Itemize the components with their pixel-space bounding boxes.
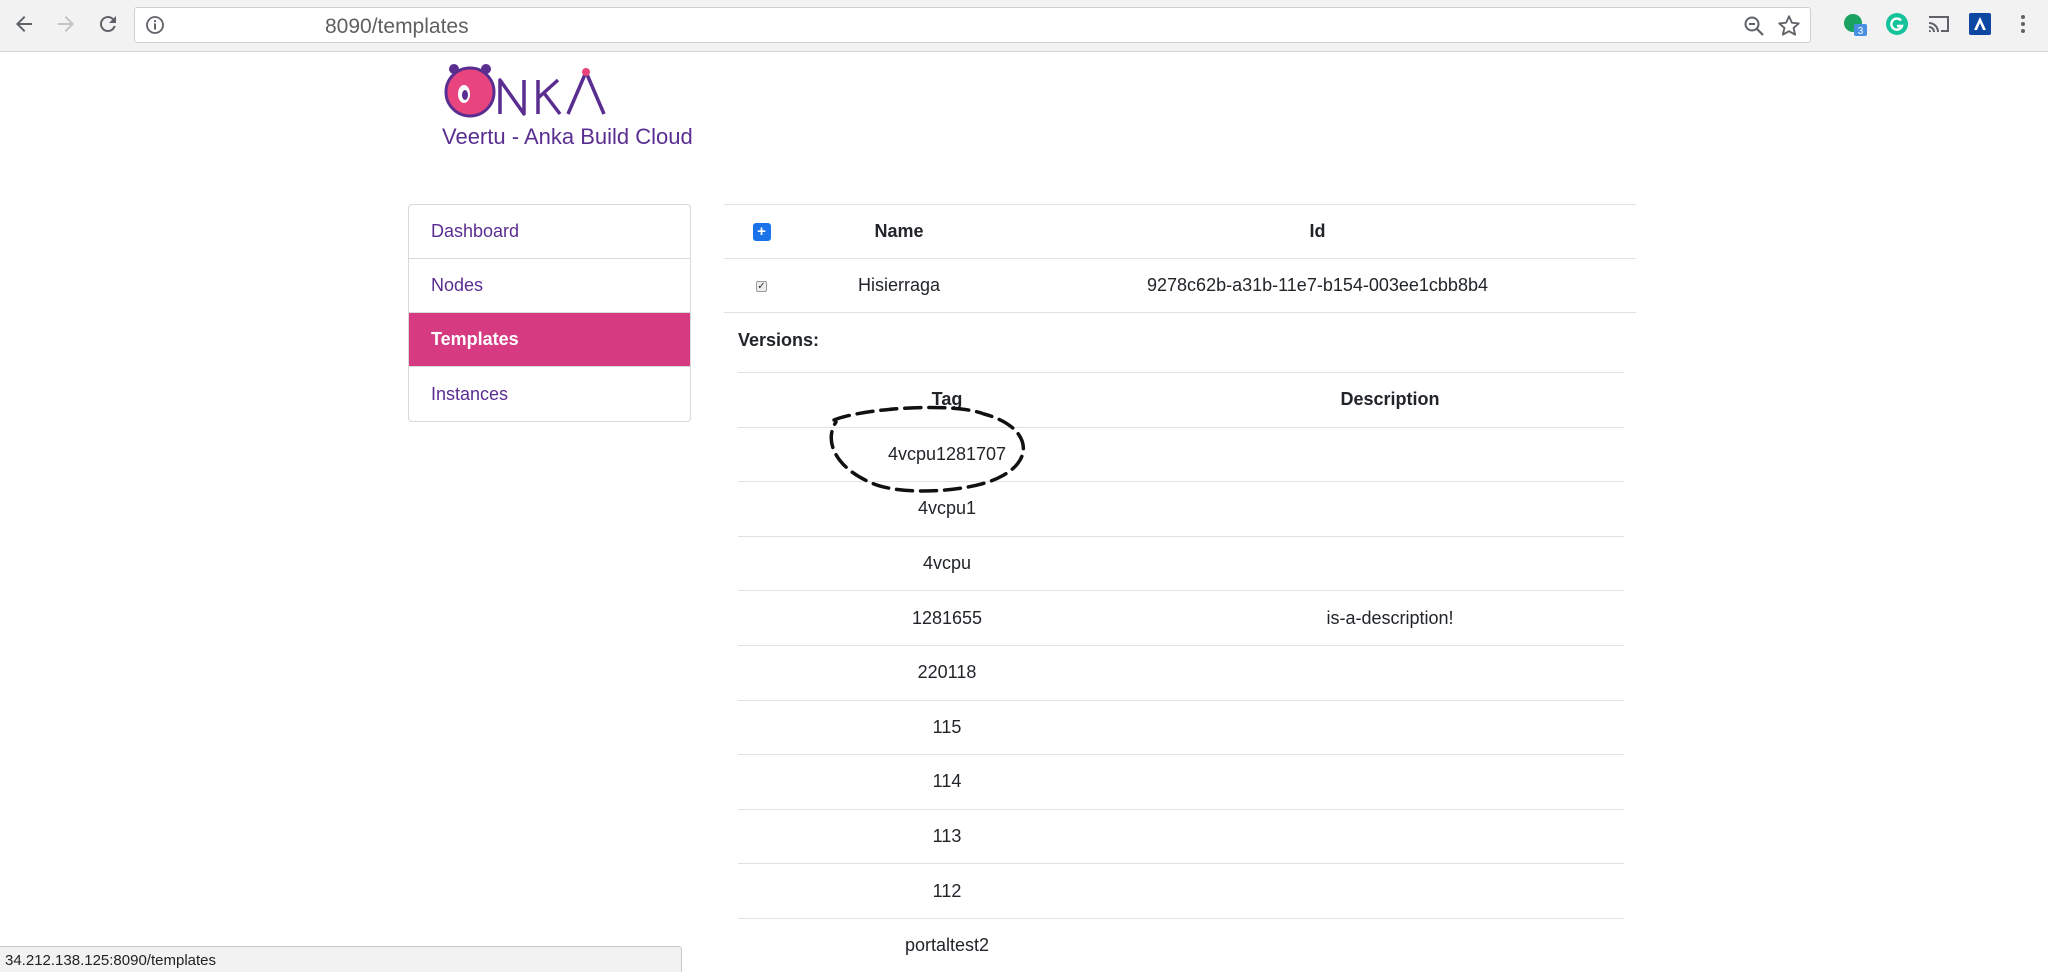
table-row[interactable]: portaltest2: [738, 917, 1624, 972]
table-row[interactable]: 1281655 is-a-description!: [738, 590, 1624, 646]
extension-green-icon[interactable]: 3: [1842, 11, 1868, 37]
address-bar[interactable]: 8090/templates: [134, 7, 1811, 43]
version-description: [1156, 699, 1624, 755]
zoom-icon[interactable]: [1742, 14, 1766, 38]
forward-arrow-icon: [58, 16, 74, 32]
kebab-menu-icon[interactable]: [2010, 11, 2036, 37]
sidebar-item-dashboard[interactable]: Dashboard: [409, 205, 690, 259]
site-title: Veertu - Anka Build Cloud: [442, 124, 693, 149]
versions-label: Versions:: [738, 330, 820, 350]
header-description: Description: [1156, 372, 1624, 428]
anka-logo: [444, 64, 606, 118]
url-text[interactable]: 8090/templates: [325, 15, 469, 39]
version-tag: 220118: [738, 644, 1156, 701]
version-description: [1156, 426, 1624, 482]
table-row[interactable]: 114: [738, 754, 1624, 810]
sidebar-item-nodes[interactable]: Nodes: [409, 259, 690, 313]
table-row[interactable]: 220118: [738, 644, 1624, 701]
version-tag: 112: [738, 863, 1156, 919]
versions-table: Tag Description 4vcpu1281707 4vcpu1 4vcp…: [738, 372, 1624, 972]
version-tag: 115: [738, 699, 1156, 755]
info-icon[interactable]: [145, 15, 165, 35]
version-tag: 4vcpu1: [738, 481, 1156, 537]
version-description: [1156, 863, 1624, 919]
back-button[interactable]: [10, 10, 38, 38]
browser-toolbar: 8090/templates 3: [0, 0, 2048, 52]
version-tag: 113: [738, 808, 1156, 864]
table-row[interactable]: ✓ Hisierraga 9278c62b-a31b-11e7-b154-003…: [724, 258, 1636, 313]
status-bar-url: 34.212.138.125:8090/templates: [0, 946, 682, 972]
version-tag: 4vcpu1281707: [738, 426, 1156, 482]
header-id: Id: [999, 204, 1636, 259]
template-id: 9278c62b-a31b-11e7-b154-003ee1cbb8b4: [999, 258, 1636, 313]
version-description: [1156, 754, 1624, 810]
extension-badge: 3: [1858, 26, 1864, 37]
sidebar-item-instances[interactable]: Instances: [409, 367, 690, 421]
header-name: Name: [799, 204, 999, 259]
cast-icon[interactable]: [1926, 11, 1952, 37]
table-row[interactable]: 115: [738, 699, 1624, 755]
table-row[interactable]: 4vcpu: [738, 535, 1624, 591]
table-row[interactable]: 112: [738, 863, 1624, 919]
header-tag: Tag: [738, 372, 1156, 428]
template-name: Hisierraga: [799, 258, 999, 313]
version-description: is-a-description!: [1156, 590, 1624, 646]
bookmark-star-icon[interactable]: [1776, 13, 1802, 39]
back-arrow-icon: [16, 16, 32, 32]
templates-table: + Name Id ✓ Hisierraga 9278c62b-a31b-11e…: [724, 204, 1636, 313]
version-description: [1156, 481, 1624, 537]
version-description: [1156, 535, 1624, 591]
row-checkbox[interactable]: ✓: [756, 280, 767, 292]
sidebar-nav: Dashboard Nodes Templates Instances: [408, 204, 691, 422]
grammarly-icon[interactable]: [1884, 11, 1910, 37]
profile-extension-icon[interactable]: [1967, 11, 1993, 37]
version-tag: portaltest2: [738, 917, 1156, 972]
add-template-button[interactable]: +: [752, 223, 771, 242]
version-tag: 114: [738, 754, 1156, 810]
table-row[interactable]: 113: [738, 808, 1624, 864]
version-description: [1156, 808, 1624, 864]
sidebar-item-templates[interactable]: Templates: [409, 313, 690, 367]
version-description: [1156, 917, 1624, 972]
forward-button[interactable]: [52, 10, 80, 38]
table-row[interactable]: 4vcpu1281707: [738, 426, 1624, 482]
table-row[interactable]: 4vcpu1: [738, 481, 1624, 537]
version-description: [1156, 644, 1624, 701]
version-tag: 1281655: [738, 590, 1156, 646]
reload-icon: [99, 16, 116, 33]
version-tag: 4vcpu: [738, 535, 1156, 591]
reload-button[interactable]: [94, 10, 122, 38]
